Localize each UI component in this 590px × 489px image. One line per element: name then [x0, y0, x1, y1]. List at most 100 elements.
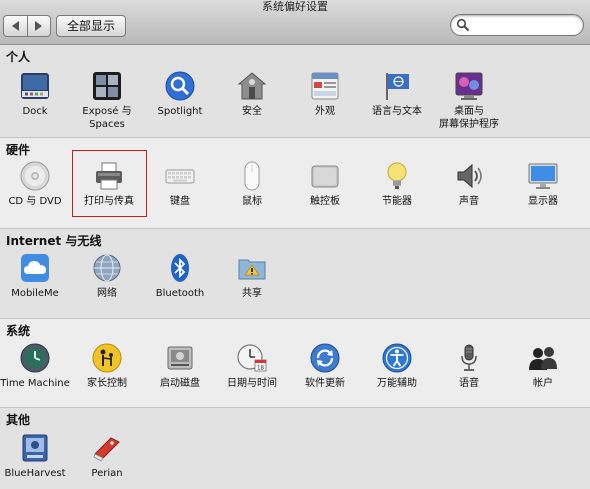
pane-desktop-screensaver[interactable]: 桌面与 屏幕保护程序 — [434, 70, 504, 131]
pane-sound[interactable]: 声音 — [434, 160, 504, 208]
pane-print-fax[interactable]: 打印与传真 — [74, 160, 144, 208]
pane-label: 鼠标 — [242, 196, 262, 207]
section-title-other: 其他 — [6, 413, 31, 427]
section-title-hardware: 硬件 — [6, 143, 31, 157]
pane-label: 日期与时间 — [227, 378, 277, 389]
time-machine-icon — [20, 343, 50, 373]
pane-label: 显示器 — [528, 196, 558, 207]
speech-microphone-icon — [461, 344, 477, 371]
pane-parental-controls[interactable]: 家长控制 — [72, 342, 142, 390]
security-house-icon — [237, 72, 267, 100]
pane-time-machine[interactable]: Time Machine — [0, 342, 70, 390]
pane-energy-saver[interactable]: 节能器 — [362, 160, 432, 208]
forward-button[interactable] — [26, 16, 51, 36]
blueharvest-icon — [22, 434, 48, 462]
search-icon — [456, 18, 470, 32]
pane-label: 启动磁盘 — [160, 378, 200, 389]
pane-universal-access[interactable]: 万能辅助 — [362, 342, 432, 390]
pane-trackpad[interactable]: 触控板 — [290, 160, 360, 208]
sharing-folder-icon — [238, 259, 266, 280]
trackpad-icon — [311, 165, 339, 188]
back-arrow-icon — [11, 21, 19, 31]
pane-label: 键盘 — [170, 196, 190, 207]
pane-network[interactable]: 网络 — [72, 252, 142, 300]
pane-accounts[interactable]: 帐户 — [508, 342, 578, 390]
date-time-icon: 18 — [237, 344, 267, 372]
bluetooth-icon — [171, 254, 189, 282]
pane-expose-spaces[interactable]: Exposé 与 Spaces — [72, 70, 142, 131]
pane-date-time[interactable]: 18 日期与时间 — [217, 342, 287, 390]
pane-label: 打印与传真 — [84, 196, 134, 207]
pane-label: 外观 — [315, 106, 335, 117]
pane-cd-dvd[interactable]: CD 与 DVD — [0, 160, 70, 208]
pane-appearance[interactable]: 外观 — [290, 70, 360, 118]
pane-blueharvest[interactable]: BlueHarvest — [0, 432, 70, 480]
title-bar: 系统偏好设置 全部显示 — [0, 0, 590, 45]
pane-language-text[interactable]: 语言与文本 — [362, 70, 432, 118]
printer-icon — [96, 162, 122, 190]
pane-spotlight[interactable]: Spotlight — [145, 70, 215, 118]
pane-label: BlueHarvest — [4, 468, 66, 479]
nav-segment — [3, 15, 51, 37]
search-field[interactable] — [450, 14, 584, 36]
pane-speech[interactable]: 语音 — [434, 342, 504, 390]
pane-keyboard[interactable]: 键盘 — [145, 160, 215, 208]
desktop-screensaver-icon — [455, 72, 483, 100]
network-globe-icon — [93, 254, 121, 282]
startup-disk-icon — [167, 346, 193, 370]
perian-icon — [93, 437, 120, 462]
pane-label: 家长控制 — [87, 378, 127, 389]
parental-controls-icon — [92, 343, 122, 373]
pane-label: MobileMe — [11, 288, 59, 299]
accounts-icon — [529, 347, 557, 370]
pane-label: Dock — [22, 106, 48, 117]
pane-label: 触控板 — [310, 196, 340, 207]
show-all-button[interactable]: 全部显示 — [56, 15, 126, 37]
pane-label: Time Machine — [0, 378, 70, 389]
section-title-personal: 个人 — [6, 50, 31, 64]
forward-arrow-icon — [35, 21, 43, 31]
section-title-internet: Internet 与无线 — [6, 234, 102, 248]
pane-perian[interactable]: Perian — [72, 432, 142, 480]
universal-access-icon — [382, 343, 412, 373]
mouse-icon — [244, 161, 260, 191]
pane-displays[interactable]: 显示器 — [508, 160, 578, 208]
language-flag-icon — [386, 73, 409, 100]
window-title: 系统偏好设置 — [262, 1, 328, 13]
search-input[interactable] — [473, 17, 577, 33]
pane-label: Spotlight — [157, 106, 203, 117]
pane-mobileme[interactable]: MobileMe — [0, 252, 70, 300]
pane-label: Perian — [91, 468, 123, 479]
pane-label: 安全 — [242, 106, 262, 117]
pane-mouse[interactable]: 鼠标 — [217, 160, 287, 208]
section-title-system: 系统 — [6, 324, 31, 338]
pane-sharing[interactable]: 共享 — [217, 252, 287, 300]
pane-label: 桌面与 屏幕保护程序 — [439, 106, 499, 130]
spotlight-icon — [165, 71, 195, 101]
back-button[interactable] — [4, 16, 27, 36]
pane-label: 帐户 — [533, 378, 553, 389]
pane-bluetooth[interactable]: Bluetooth — [145, 252, 215, 300]
pane-label: Exposé 与 Spaces — [82, 106, 132, 130]
software-update-icon — [310, 343, 340, 373]
appearance-icon — [311, 72, 339, 100]
expose-spaces-icon — [93, 72, 121, 100]
keyboard-icon — [165, 169, 195, 184]
cd-dvd-icon — [20, 161, 50, 191]
lightbulb-icon — [387, 162, 407, 189]
pane-startup-disk[interactable]: 启动磁盘 — [145, 342, 215, 390]
pane-software-update[interactable]: 软件更新 — [290, 342, 360, 390]
pane-label: 声音 — [459, 196, 479, 207]
pane-label: Bluetooth — [155, 288, 205, 299]
pane-label: 万能辅助 — [377, 378, 417, 389]
pane-label: CD 与 DVD — [8, 196, 62, 207]
svg-text:18: 18 — [257, 366, 264, 372]
pane-label: 共享 — [242, 288, 262, 299]
pane-security[interactable]: 安全 — [217, 70, 287, 118]
system-preferences-window: 系统偏好设置 全部显示 个人 硬件 Internet 与无线 系统 其他 Doc… — [0, 0, 590, 489]
pane-label: 语音 — [459, 378, 479, 389]
mobileme-cloud-icon — [21, 254, 49, 282]
speaker-icon — [457, 163, 482, 189]
pane-label: 网络 — [97, 288, 117, 299]
pane-dock[interactable]: Dock — [0, 70, 70, 118]
